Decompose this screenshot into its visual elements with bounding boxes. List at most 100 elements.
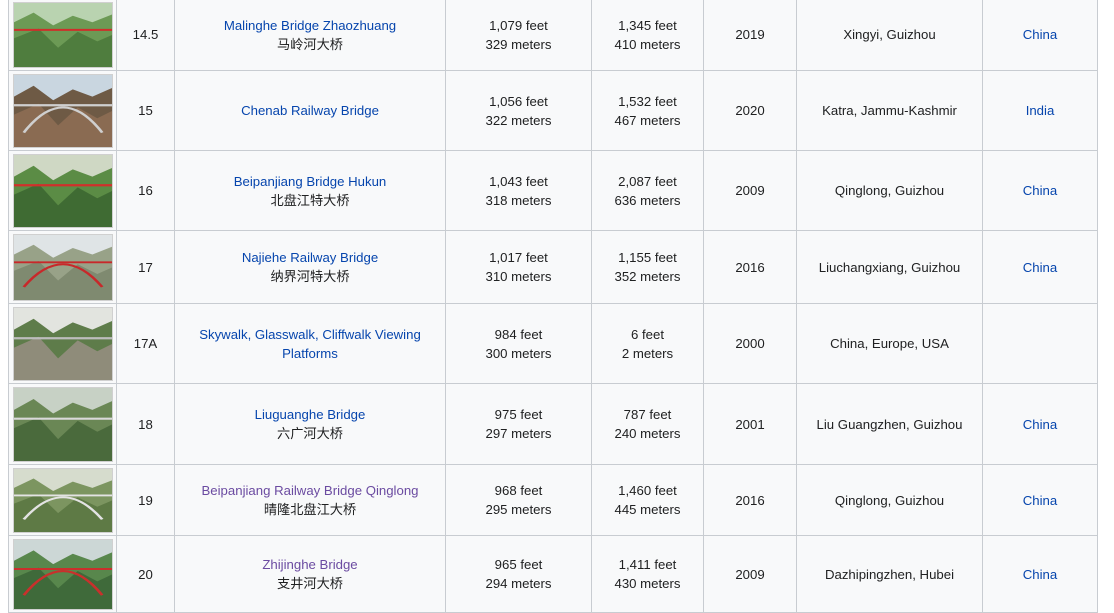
span-meters: 352 meters — [614, 269, 681, 284]
year-cell: 2001 — [703, 383, 797, 465]
chinese-name: 马岭河大桥 — [277, 36, 343, 52]
image-cell — [8, 464, 117, 536]
image-cell — [8, 383, 117, 465]
bridge-name-link[interactable]: Zhijinghe Bridge — [262, 557, 357, 572]
chinese-name: 支井河大桥 — [277, 576, 343, 591]
location-cell: Dazhipingzhen, Hubei — [796, 535, 983, 613]
rank-cell: 19 — [116, 464, 175, 536]
rank-cell: 20 — [116, 535, 175, 613]
country-cell: China — [982, 464, 1098, 536]
height-cell: 968 feet 295 meters — [445, 464, 592, 536]
rank: 15 — [138, 103, 153, 118]
image-cell — [8, 230, 117, 304]
span-feet: 787 feet — [623, 407, 672, 422]
bridge-thumbnail[interactable] — [12, 233, 113, 301]
country-link[interactable]: China — [1023, 417, 1057, 432]
name-cell: Malinghe Bridge Zhaozhuang 马岭河大桥 — [174, 0, 446, 71]
location: Qinglong, Guizhou — [834, 492, 945, 508]
height-feet: 1,056 feet — [489, 93, 548, 109]
height-feet: 1,017 feet — [489, 250, 548, 265]
country-link[interactable]: China — [1023, 493, 1057, 508]
location: Katra, Jammu-Kashmir — [822, 103, 957, 118]
span-cell: 1,411 feet 430 meters — [591, 535, 704, 613]
year: 2016 — [735, 492, 765, 508]
bridge-name-link[interactable]: Beipanjiang Railway Bridge Qinglong — [202, 483, 419, 498]
table-row: 20 Zhijinghe Bridge 支井河大桥 965 feet 294 m… — [8, 535, 1098, 613]
country-link[interactable]: China — [1023, 183, 1057, 198]
image-cell — [8, 0, 117, 71]
year: 2016 — [735, 259, 765, 275]
rank-cell: 17 — [116, 230, 175, 304]
span-meters: 240 meters — [614, 426, 681, 441]
span-cell: 1,155 feet 352 meters — [591, 230, 704, 304]
height-meters: 318 meters — [485, 192, 552, 208]
rank-cell: 16 — [116, 150, 175, 231]
name-cell: Beipanjiang Bridge Hukun 北盘江特大桥 — [174, 150, 446, 231]
rank-cell: 14.5 — [116, 0, 175, 71]
image-cell — [8, 150, 117, 231]
bridge-name-link[interactable]: Skywalk, Glasswalk, Cliffwalk Viewing Pl… — [199, 327, 421, 361]
rank: 19 — [138, 492, 153, 508]
rank: 16 — [138, 183, 153, 198]
chinese-name: 六广河大桥 — [277, 426, 343, 441]
country-cell: India — [982, 70, 1098, 151]
location: Dazhipingzhen, Hubei — [824, 566, 955, 582]
table-body: 14.5 Malinghe Bridge Zhaozhuang 马岭河大桥 1,… — [8, 0, 1098, 613]
span-cell: 1,532 feet 467 meters — [591, 70, 704, 151]
year-cell: 2009 — [703, 150, 797, 231]
year-cell: 2000 — [703, 303, 797, 384]
year-cell: 2016 — [703, 230, 797, 304]
bridge-thumbnail[interactable] — [12, 153, 113, 228]
country-link[interactable]: China — [1023, 567, 1057, 582]
bridge-thumbnail[interactable] — [12, 306, 113, 381]
span-meters: 430 meters — [614, 576, 681, 591]
year-cell: 2016 — [703, 464, 797, 536]
bridge-thumbnail[interactable] — [12, 386, 113, 462]
height-cell: 975 feet 297 meters — [445, 383, 592, 465]
table-row: 15 Chenab Railway Bridge 1,056 feet 322 … — [8, 70, 1098, 151]
height-meters: 297 meters — [485, 426, 552, 441]
bridge-name-link[interactable]: Najiehe Railway Bridge — [242, 250, 378, 265]
bridge-thumbnail[interactable] — [12, 538, 113, 610]
span-cell: 787 feet 240 meters — [591, 383, 704, 465]
bridge-thumbnail[interactable] — [12, 467, 113, 533]
bridge-name-link[interactable]: Malinghe Bridge Zhaozhuang — [224, 18, 396, 33]
bridge-thumbnail[interactable] — [12, 1, 113, 68]
bridge-name-link[interactable]: Chenab Railway Bridge — [241, 103, 379, 118]
height-feet: 1,079 feet — [489, 17, 548, 33]
name-cell: Skywalk, Glasswalk, Cliffwalk Viewing Pl… — [174, 303, 446, 384]
span-cell: 1,460 feet 445 meters — [591, 464, 704, 536]
height-meters: 322 meters — [485, 112, 552, 128]
country-link[interactable]: China — [1023, 260, 1057, 275]
bridge-thumbnail[interactable] — [12, 73, 113, 148]
bridge-name-link[interactable]: Liuguanghe Bridge — [255, 407, 366, 422]
location-cell: Qinglong, Guizhou — [796, 464, 983, 536]
location-cell: Liuchangxiang, Guizhou — [796, 230, 983, 304]
span-meters: 636 meters — [614, 192, 681, 208]
span-feet: 1,345 feet — [618, 17, 677, 33]
location-cell: Katra, Jammu-Kashmir — [796, 70, 983, 151]
bridges-table: 14.5 Malinghe Bridge Zhaozhuang 马岭河大桥 1,… — [8, 0, 1098, 613]
height-cell: 1,017 feet 310 meters — [445, 230, 592, 304]
location-cell: Liu Guangzhen, Guizhou — [796, 383, 983, 465]
bridge-name-link[interactable]: Beipanjiang Bridge Hukun — [234, 174, 387, 189]
height-meters: 300 meters — [485, 345, 552, 361]
bridge-photo — [13, 387, 112, 461]
country-link[interactable]: India — [1026, 103, 1055, 118]
bridge-photo — [13, 539, 112, 609]
year: 2009 — [735, 566, 765, 582]
name-cell: Beipanjiang Railway Bridge Qinglong 晴隆北盘… — [174, 464, 446, 536]
span-feet: 2,087 feet — [618, 173, 677, 189]
span-feet: 6 feet — [631, 326, 664, 342]
year: 2000 — [735, 336, 765, 351]
country-link[interactable]: China — [1023, 27, 1057, 42]
rank: 18 — [138, 416, 153, 432]
bridge-photo — [13, 74, 112, 147]
table-row: 18 Liuguanghe Bridge 六广河大桥 975 feet 297 … — [8, 383, 1098, 465]
name-cell: Chenab Railway Bridge — [174, 70, 446, 151]
span-feet: 1,155 feet — [618, 250, 677, 265]
location: Liu Guangzhen, Guizhou — [816, 416, 963, 432]
country-cell: China — [982, 150, 1098, 231]
location-cell: Xingyi, Guizhou — [796, 0, 983, 71]
chinese-name: 北盘江特大桥 — [270, 192, 350, 208]
